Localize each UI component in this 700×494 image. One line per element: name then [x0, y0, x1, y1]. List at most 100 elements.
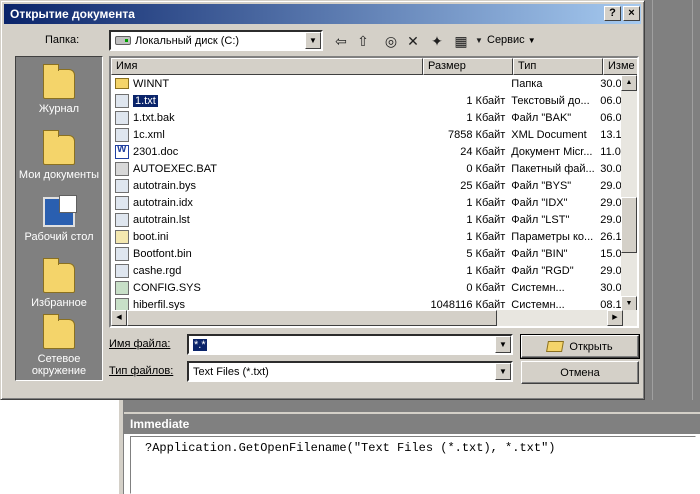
place-desktop[interactable]: Рабочий стол: [16, 195, 102, 243]
chevron-down-icon: ▼: [527, 36, 536, 45]
place-history[interactable]: Журнал: [16, 64, 102, 115]
file-row[interactable]: cashe.rgd 1 Кбайт Файл "RGD" 29.0: [111, 262, 621, 279]
file-name-cell: cashe.rgd: [111, 263, 419, 278]
ini-file-icon: [115, 229, 129, 244]
views-icon[interactable]: ▦: [451, 31, 471, 51]
scroll-up-icon[interactable]: ▲: [621, 75, 637, 91]
filename-combo[interactable]: *.* ▼: [187, 334, 513, 355]
places-bar: Журнал Мои документы Рабочий стол Избран…: [15, 56, 103, 381]
close-button[interactable]: ×: [623, 6, 640, 21]
history-icon: [43, 64, 75, 99]
new-folder-icon[interactable]: ✦: [427, 31, 447, 51]
file-list-header: Имя Размер Тип Изме: [111, 58, 637, 75]
file-name-cell: 2301.doc: [111, 144, 419, 159]
column-size[interactable]: Размер: [423, 58, 513, 75]
place-my-documents[interactable]: Мои документы: [16, 130, 102, 181]
open-document-dialog: Открытие документа ? × Папка: Локальный …: [0, 0, 645, 400]
file-row[interactable]: autotrain.lst 1 Кбайт Файл "LST" 29.0: [111, 211, 621, 228]
place-label: Сетевое окружение: [31, 353, 87, 377]
local-drive-icon: [115, 36, 131, 45]
favorites-icon: [43, 258, 75, 293]
txt-file-icon: [115, 93, 129, 108]
file-name: 1.txt: [133, 94, 158, 107]
column-type[interactable]: Тип: [513, 58, 603, 75]
cancel-button-label: Отмена: [560, 366, 600, 379]
file-name-cell: 1.txt: [111, 93, 419, 108]
horizontal-scrollbar[interactable]: ◀ ▶: [111, 310, 637, 326]
file-modified: 29.0: [600, 196, 622, 209]
file-modified: 26.1: [600, 230, 622, 243]
place-favorites[interactable]: Избранное: [16, 258, 102, 309]
file-type: Папка: [511, 77, 543, 90]
place-label: Избранное: [31, 297, 87, 309]
file-type: Файл "BAK": [511, 111, 572, 124]
file-name-cell: 1c.xml: [111, 127, 419, 142]
back-arrow-icon[interactable]: ⇦: [331, 31, 351, 51]
column-modified[interactable]: Изме: [603, 58, 637, 75]
file-size: 5 Кбайт: [466, 247, 506, 260]
place-label: Журнал: [38, 103, 80, 115]
file-row[interactable]: 1.txt 1 Кбайт Текстовый до... 06.0: [111, 92, 621, 109]
filetype-combo[interactable]: Text Files (*.txt) ▼: [187, 361, 513, 382]
folder-combo[interactable]: Локальный диск (C:) ▼: [109, 30, 323, 51]
dialog-titlebar[interactable]: Открытие документа: [4, 4, 641, 24]
file-size: 1 Кбайт: [466, 111, 506, 124]
file-type: Файл "BYS": [511, 179, 572, 192]
file-list[interactable]: Имя Размер Тип Изме WINNT Папка 30.0 1.txt 1…: [109, 56, 639, 328]
immediate-code[interactable]: ?Application.GetOpenFilename("Text Files…: [130, 436, 696, 494]
file-row[interactable]: boot.ini 1 Кбайт Параметры ко... 26.1: [111, 228, 621, 245]
file-row[interactable]: Bootfont.bin 5 Кбайт Файл "BIN" 15.0: [111, 245, 621, 262]
file-size: 1 Кбайт: [466, 94, 506, 107]
sys-file-icon: [115, 280, 129, 295]
file-name-cell: autotrain.idx: [111, 195, 419, 210]
horizontal-scroll-thumb[interactable]: [127, 310, 497, 326]
file-row[interactable]: 2301.doc 24 Кбайт Документ Micr... 11.0: [111, 143, 621, 160]
filetype-dropdown-arrow[interactable]: ▼: [495, 363, 511, 380]
open-button[interactable]: Открыть: [520, 334, 640, 359]
file-modified: 30.0: [600, 281, 622, 294]
file-modified: 30.0: [600, 77, 622, 90]
service-menu[interactable]: Сервис ▼: [487, 34, 536, 46]
file-size: 1048116 Кбайт: [430, 298, 506, 311]
file-name-cell: CONFIG.SYS: [111, 280, 419, 295]
file-row[interactable]: WINNT Папка 30.0: [111, 75, 621, 92]
open-button-label: Открыть: [569, 340, 613, 353]
file-modified: 06.0: [600, 94, 622, 107]
file-size: 25 Кбайт: [460, 179, 506, 192]
file-modified: 11.0: [600, 145, 621, 158]
file-type: XML Document: [511, 128, 587, 141]
place-network[interactable]: Сетевое окружение: [16, 314, 102, 377]
views-dropdown-icon[interactable]: ▼: [469, 31, 489, 51]
file-type: Пакетный фай...: [511, 162, 595, 175]
file-name: autotrain.bys: [133, 179, 196, 192]
file-modified: 13.1: [600, 128, 622, 141]
file-row[interactable]: CONFIG.SYS 0 Кбайт Системн... 30.0: [111, 279, 621, 296]
vertical-scrollbar[interactable]: ▲ ▼: [621, 75, 637, 312]
file-row[interactable]: 1c.xml 7858 Кбайт XML Document 13.1: [111, 126, 621, 143]
file-modified: 29.0: [600, 213, 622, 226]
help-button[interactable]: ?: [604, 6, 621, 21]
my-documents-icon: [43, 130, 75, 165]
vertical-scroll-thumb[interactable]: [621, 197, 637, 253]
file-row[interactable]: 1.txt.bak 1 Кбайт Файл "BAK" 06.0: [111, 109, 621, 126]
immediate-window: Immediate ?Application.GetOpenFilename("…: [124, 412, 700, 494]
file-type: Файл "BIN": [511, 247, 568, 260]
up-folder-icon[interactable]: ⇧: [353, 31, 373, 51]
cancel-button[interactable]: Отмена: [521, 361, 639, 384]
file-row[interactable]: autotrain.bys 25 Кбайт Файл "BYS" 29.0: [111, 177, 621, 194]
column-name[interactable]: Имя: [111, 58, 423, 75]
filename-dropdown-arrow[interactable]: ▼: [495, 336, 511, 353]
txt-file-icon: [115, 110, 129, 125]
file-modified: 29.0: [600, 179, 622, 192]
file-name: hiberfil.sys: [133, 298, 185, 311]
scroll-right-icon[interactable]: ▶: [607, 310, 623, 326]
file-name: autotrain.idx: [133, 196, 193, 209]
txt-file-icon: [115, 263, 129, 278]
folder-dropdown-arrow[interactable]: ▼: [305, 32, 321, 49]
scroll-left-icon[interactable]: ◀: [111, 310, 127, 326]
file-row[interactable]: AUTOEXEC.BAT 0 Кбайт Пакетный фай... 30.0: [111, 160, 621, 177]
search-web-icon[interactable]: ◎: [381, 31, 401, 51]
file-row[interactable]: autotrain.idx 1 Кбайт Файл "IDX" 29.0: [111, 194, 621, 211]
delete-icon[interactable]: ✕: [403, 31, 423, 51]
folder-label: Папка:: [45, 34, 80, 46]
